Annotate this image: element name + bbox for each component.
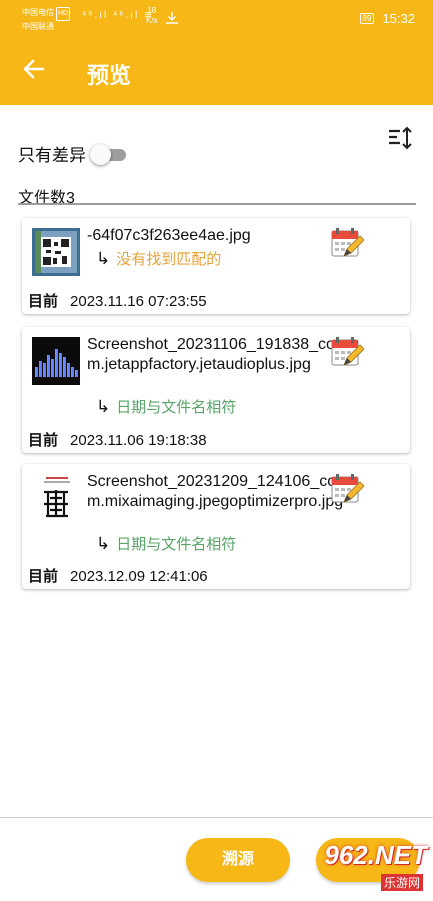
diff-only-row: 只有差异 [18,141,128,166]
sort-icon[interactable] [387,125,413,151]
speed-unit: K/s [146,16,158,25]
trace-button[interactable]: 溯源 [186,838,290,882]
download-icon [166,12,178,24]
hd-badge: HD [56,7,71,21]
app-bar: 中国电信 HD 中国联通 ⁴⁶.ıl ⁴⁶.ıl ≋ 18 K/s 89 15:32… [0,0,433,105]
return-arrow-icon: ↳ [96,534,111,553]
current-value: 2023.11.16 07:23:55 [70,293,207,310]
current-label: 目前 [28,568,59,585]
file-thumbnail [32,474,80,522]
file-thumbnail [32,228,80,276]
diff-only-label: 只有差异 [18,146,86,165]
return-arrow-icon: ↳ [96,397,111,416]
speed-value: 18 [147,6,157,15]
match-status: ↳ 日期与文件名相符 [96,396,236,417]
current-label: 目前 [28,293,59,310]
carrier-info: 中国电信 HD 中国联通 [22,7,71,33]
network-speed: 18 K/s [146,6,158,26]
file-name: -64f07c3f263ee4ae.jpg [87,227,251,244]
calendar-edit-icon[interactable] [330,335,364,369]
calendar-edit-icon[interactable] [330,472,364,506]
diff-only-toggle[interactable] [90,143,128,165]
watermark-logo: 962.NET [324,840,427,870]
battery-icon: 89 [359,13,375,24]
return-arrow-icon: ↳ [96,249,111,268]
carrier-2: 中国联通 [22,22,54,31]
divider [18,203,416,205]
clock: 15:32 [382,11,415,26]
arrow-left-icon[interactable] [22,57,46,81]
match-status: ↳ 没有找到匹配的 [96,248,221,269]
status-bar: 中国电信 HD 中国联通 ⁴⁶.ıl ⁴⁶.ıl ≋ 18 K/s 89 15:32 [0,0,433,38]
current-datetime: 目前 2023.11.16 07:23:55 [28,290,207,311]
main-content: 只有差异 文件数3 -64f07c3f263ee4ae.jpg ↳ 没有找到匹配的 [0,105,433,817]
calendar-edit-icon[interactable] [330,226,364,260]
page-title: 预览 [87,63,132,88]
current-datetime: 目前 2023.11.06 19:18:38 [28,429,207,450]
current-label: 目前 [28,432,59,449]
carrier-1: 中国电信 [22,8,54,17]
current-value: 2023.11.06 19:18:38 [70,432,207,449]
status-text: 没有找到匹配的 [116,251,222,268]
watermark-sub: 乐游网 [380,874,423,891]
current-value: 2023.12.09 12:41:06 [70,568,208,585]
match-status: ↳ 日期与文件名相符 [96,533,236,554]
file-card[interactable]: Screenshot_20231209_124106_com.mixaimagi… [22,464,410,589]
signal-wifi-icons: ⁴⁶.ıl ⁴⁶.ıl ≋ [82,10,155,21]
toggle-thumb [90,143,111,165]
status-text: 日期与文件名相符 [116,399,237,416]
status-right: 89 15:32 [359,11,415,26]
file-name: Screenshot_20231209_124106_com.mixaimagi… [87,473,344,510]
current-datetime: 目前 2023.12.09 12:41:06 [28,565,208,586]
status-text: 日期与文件名相符 [116,536,237,553]
file-card[interactable]: -64f07c3f263ee4ae.jpg ↳ 没有找到匹配的 目前 2023.11… [22,218,410,314]
file-name: Screenshot_20231106_191838_com.jetappfac… [87,336,335,373]
file-thumbnail [32,337,80,385]
file-card[interactable]: Screenshot_20231106_191838_com.jetappfac… [22,327,410,453]
